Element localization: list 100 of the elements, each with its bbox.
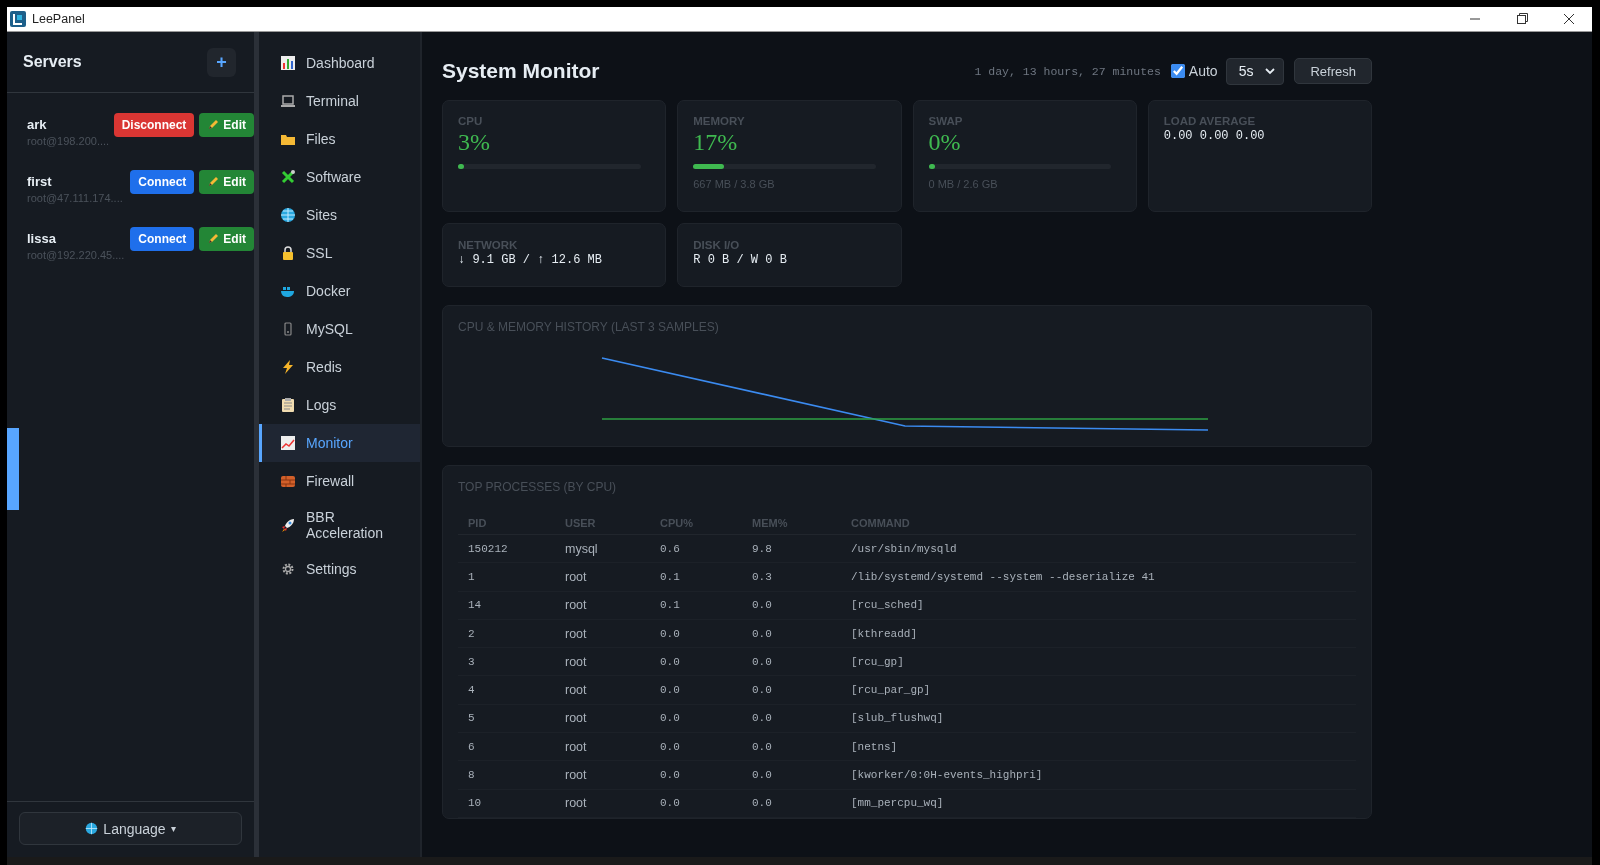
table-cell-text: 0.0 — [660, 655, 681, 668]
table-cell-text: 2 — [468, 627, 476, 640]
nav-item[interactable]: SSL — [259, 234, 420, 272]
nav-item[interactable]: Firewall — [259, 462, 420, 500]
table-cell-text: 150212 — [468, 542, 509, 555]
table-cell-text: [rcu_gp] — [851, 655, 905, 668]
table-cell-text: 9.8 — [752, 542, 773, 555]
laptop-icon — [280, 93, 296, 109]
edit-button[interactable]: Edit — [199, 113, 254, 137]
nav-item[interactable]: MySQL — [259, 310, 420, 348]
nav-item[interactable]: Files — [259, 120, 420, 158]
nav-item[interactable]: Monitor — [259, 424, 420, 462]
stat-value: R 0 B / W 0 B — [693, 253, 788, 267]
interval-select[interactable]: 5s — [1225, 57, 1285, 85]
edit-button[interactable]: Edit — [199, 170, 254, 194]
table-cell-text: 0.6 — [660, 542, 681, 555]
table-cell-text: 0.0 — [752, 627, 773, 640]
nav-item[interactable]: Redis — [259, 348, 420, 386]
table-cell-text: 0.0 — [752, 599, 773, 612]
table-cell-text: root — [565, 569, 588, 584]
table-cell-text: 0.0 — [660, 769, 681, 781]
table-cell-text: mysql — [565, 541, 599, 556]
panel-title: Servers — [23, 53, 82, 71]
table-cell-text: 6 — [468, 740, 476, 753]
clipboard-icon — [280, 397, 296, 413]
auto-checkbox[interactable] — [1170, 64, 1185, 78]
stat-value: 3% — [458, 129, 491, 156]
stat-value: 17% — [693, 129, 739, 156]
table-cell-text: 0.0 — [752, 712, 773, 725]
table-cell-text: 0.0 — [752, 769, 773, 781]
language-button[interactable]: Language ▾ — [19, 812, 242, 845]
lock-icon — [280, 245, 296, 261]
server-address: root@198.200.... — [27, 135, 109, 147]
server-address: root@47.111.174.... — [27, 192, 124, 204]
table-cell-text: [slub_flushwq] — [851, 712, 945, 725]
server-name: ark — [27, 117, 48, 132]
pencil-icon — [207, 119, 220, 131]
nav-item[interactable]: Sites — [259, 196, 420, 234]
side-tab[interactable] — [7, 428, 19, 510]
bar-chart-icon — [280, 55, 296, 71]
table-cell-text: [kworker/0:0H-events_highpri] — [851, 769, 1044, 781]
table-cell-text: root — [565, 711, 588, 726]
pencil-icon — [207, 233, 220, 245]
refresh-button[interactable]: Refresh — [1294, 58, 1372, 84]
globe-icon — [85, 822, 99, 835]
table-cell-text: 14 — [468, 599, 483, 612]
server-name: first — [27, 174, 53, 189]
table-cell-text: root — [565, 598, 588, 613]
nav-item[interactable]: Logs — [259, 386, 420, 424]
table-cell-text: root — [565, 796, 588, 811]
table-cell-text: 3 — [468, 655, 476, 668]
stat-value: 0.00 0.00 0.00 — [1163, 129, 1266, 143]
table-cell-text: 0.0 — [752, 797, 773, 810]
disconnect-button[interactable]: Disconnect — [113, 113, 195, 137]
table-cell-text: /usr/sbin/mysqld — [851, 542, 958, 555]
connect-button[interactable]: Connect — [130, 227, 195, 251]
nav-item[interactable]: Terminal — [259, 82, 420, 120]
server-name: lissa — [27, 231, 57, 246]
edit-button[interactable]: Edit — [199, 227, 254, 251]
table-cell-text: 0.0 — [660, 627, 681, 640]
pencil-icon — [207, 176, 220, 188]
connect-button[interactable]: Connect — [130, 170, 195, 194]
page-title: System Monitor — [442, 59, 601, 83]
nav-item[interactable]: Docker — [259, 272, 420, 310]
table-cell-text: 8 — [468, 769, 476, 781]
table-cell-text: root — [565, 739, 588, 754]
nav-item[interactable]: BBR Acceleration — [259, 500, 420, 550]
table-cell-text: 0.0 — [660, 712, 681, 725]
table-cell-text: 4 — [468, 684, 476, 697]
auto-label: Auto — [1188, 63, 1218, 79]
table-cell-text: root — [565, 683, 588, 698]
table-cell-text: 0.0 — [752, 740, 773, 753]
table-cell-text: 1 — [468, 570, 476, 583]
app-logo-icon — [10, 11, 26, 27]
nav-item[interactable]: Dashboard — [259, 44, 420, 82]
table-cell-text: root — [565, 626, 588, 641]
table-cell-text: root — [565, 768, 588, 782]
brick-icon — [280, 473, 296, 489]
chevron-icon — [1265, 67, 1276, 75]
table-cell-text: [kthreadd] — [851, 627, 918, 640]
table-cell-text: [netns] — [851, 740, 899, 753]
table-cell-text: /lib/systemd/systemd --system --deserialize 41 — [851, 570, 1156, 583]
server-address: root@192.220.45.... — [27, 249, 126, 261]
rocket-icon — [280, 517, 296, 533]
lightning-icon — [280, 359, 296, 375]
table-cell-text: 0.1 — [660, 599, 681, 612]
nav-item[interactable]: Settings — [259, 550, 420, 588]
table-cell-text: 0.1 — [660, 570, 681, 583]
nav-item[interactable]: Software — [259, 158, 420, 196]
table-cell-text: 0.0 — [660, 740, 681, 753]
stat-value: 0% — [928, 129, 962, 156]
add-server-button[interactable]: + — [207, 47, 236, 77]
globe-icon — [280, 207, 296, 223]
uptime-text: 1 day, 13 hours, 27 minutes — [974, 64, 1161, 78]
window-title: LeePanel — [32, 12, 85, 26]
table-cell-text: [mm_percpu_wq] — [851, 797, 945, 810]
gear-icon — [280, 561, 296, 577]
table-cell-text: root — [565, 654, 588, 669]
table-cell-text: [rcu_par_gp] — [851, 684, 932, 697]
stat-value: ↓ 9.1 GB / ↑ 12.6 MB — [458, 253, 604, 267]
